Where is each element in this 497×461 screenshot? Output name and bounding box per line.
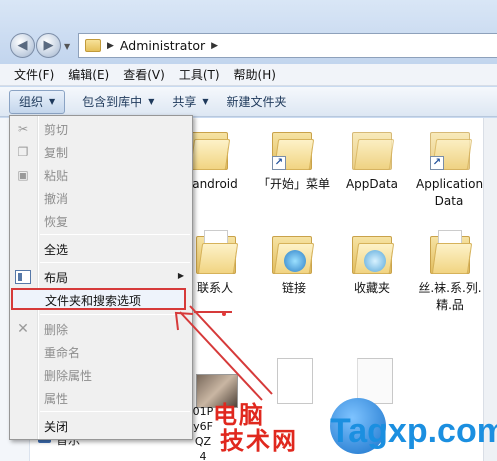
menu-item-label: 复制 [44, 146, 69, 160]
menu-item-remove-properties[interactable]: 删除属性 [10, 364, 192, 386]
vertical-scrollbar[interactable] [483, 118, 497, 461]
include-label: 包含到库中 [82, 95, 143, 109]
file-item-folder-jingpin[interactable]: 丝.袜.系.列.精.品 [418, 280, 482, 314]
link-arrow-icon [284, 250, 306, 272]
layout-icon [15, 270, 31, 284]
menu-item-cut[interactable]: ✂ 剪切 [10, 118, 192, 140]
menu-item-paste[interactable]: ▣ 粘贴 [10, 164, 192, 186]
menu-item-label: 文件夹和搜索选项 [45, 294, 142, 308]
organize-menu: ✂ 剪切 ❐ 复制 ▣ 粘贴 撤消 恢复 全选 布局 ▶ 文件夹和搜索选项 ✕ … [9, 115, 193, 440]
menu-item-label: 关闭 [44, 420, 69, 434]
new-folder-button[interactable]: 新建文件夹 [218, 90, 296, 114]
menu-item-label: 布局 [44, 271, 69, 285]
menu-item-delete[interactable]: ✕ 删除 [10, 318, 192, 340]
file-item-links[interactable]: 链接 [254, 280, 334, 297]
file-item-favorites[interactable]: 收藏夹 [332, 280, 412, 297]
menu-item-label: 删除 [44, 323, 69, 337]
copy-icon: ❐ [17, 145, 29, 159]
chevron-right-icon[interactable]: ▶ [107, 41, 114, 51]
title-bar: ◀ ▶ ▼ ▶ Administrator ▶ [0, 0, 497, 64]
watermark-text-en: Tagxp.com [330, 412, 497, 450]
menu-separator [40, 262, 190, 263]
menu-item-label: 剪切 [44, 123, 69, 137]
menu-item-copy[interactable]: ❐ 复制 [10, 141, 192, 163]
organize-label: 组织 [19, 95, 44, 109]
menu-tools[interactable]: 工具(T) [172, 66, 227, 83]
folder-icon[interactable] [196, 230, 239, 274]
folder-icon[interactable] [272, 230, 315, 274]
menu-item-rename[interactable]: 重命名 [10, 341, 192, 363]
chevron-down-icon: ▼ [49, 97, 56, 106]
menu-item-label: 撤消 [44, 192, 69, 206]
new-folder-label: 新建文件夹 [226, 95, 287, 109]
paste-icon: ▣ [17, 168, 29, 182]
folder-icon [85, 39, 101, 52]
share-label: 共享 [172, 95, 197, 109]
document-icon[interactable] [277, 358, 313, 404]
menu-item-label: 属性 [44, 392, 69, 406]
menu-item-folder-search-options[interactable]: 文件夹和搜索选项 [11, 288, 186, 310]
address-path[interactable]: Administrator [120, 38, 205, 53]
file-item-image[interactable]: 01P y6F QZ4 [192, 404, 214, 461]
back-arrow-icon: ◀ [17, 38, 28, 53]
watermark-text-cn: 技术网 [220, 427, 298, 455]
menu-separator [40, 234, 190, 235]
menu-file[interactable]: 文件(F) [0, 66, 61, 83]
menu-item-layout[interactable]: 布局 ▶ [10, 266, 192, 288]
annotation-dot [222, 312, 226, 316]
menu-edit[interactable]: 编辑(E) [61, 66, 116, 83]
menu-item-close[interactable]: 关闭 [10, 415, 192, 437]
recent-pages-dropdown[interactable]: ▼ [64, 42, 70, 51]
menu-item-label: 删除属性 [44, 369, 93, 383]
menu-view[interactable]: 查看(V) [116, 66, 172, 83]
organize-button[interactable]: 组织 ▼ [9, 89, 66, 114]
delete-x-icon: ✕ [17, 321, 29, 337]
menu-item-label: 粘贴 [44, 169, 69, 183]
back-button[interactable]: ◀ [10, 33, 35, 58]
menu-separator [40, 314, 190, 315]
menu-help[interactable]: 帮助(H) [227, 66, 283, 83]
file-item-application-data[interactable]: Application Data [416, 176, 483, 210]
forward-button[interactable]: ▶ [36, 33, 61, 58]
folder-icon[interactable] [352, 230, 395, 274]
shortcut-arrow-icon: ↗ [430, 156, 444, 170]
menu-bar: 文件(F) 编辑(E) 查看(V) 工具(T) 帮助(H) [0, 64, 497, 86]
file-item-start-menu[interactable]: 「开始」菜单 [258, 176, 330, 193]
menu-item-label: 恢复 [44, 215, 69, 229]
menu-separator [40, 411, 190, 412]
menu-item-label: 重命名 [44, 346, 81, 360]
folder-icon[interactable] [430, 230, 473, 274]
folder-icon[interactable] [352, 126, 395, 170]
menu-item-undo[interactable]: 撤消 [10, 187, 192, 209]
include-in-library-button[interactable]: 包含到库中 ▼ [73, 90, 163, 114]
menu-item-label: 全选 [44, 243, 69, 257]
file-item-appdata[interactable]: AppData [332, 176, 412, 193]
scissors-icon: ✂ [17, 122, 29, 136]
forward-arrow-icon: ▶ [43, 38, 54, 53]
folder-icon[interactable]: ↗ [272, 126, 315, 170]
watermark-text-cn: 电脑 [213, 401, 265, 429]
menu-item-properties[interactable]: 属性 [10, 387, 192, 409]
menu-item-select-all[interactable]: 全选 [10, 238, 192, 260]
folder-icon[interactable] [188, 126, 231, 170]
document-icon[interactable] [357, 358, 393, 404]
shortcut-arrow-icon: ↗ [272, 156, 286, 170]
chevron-right-icon[interactable]: ▶ [211, 41, 218, 51]
chevron-down-icon: ▼ [148, 97, 155, 106]
favorites-star-icon [364, 250, 386, 272]
folder-icon[interactable]: ↗ [430, 126, 473, 170]
submenu-arrow-icon: ▶ [177, 271, 184, 280]
chevron-down-icon: ▼ [202, 97, 209, 106]
address-bar[interactable]: ▶ Administrator ▶ [78, 33, 497, 58]
command-bar: 组织 ▼ 包含到库中 ▼ 共享 ▼ 新建文件夹 [0, 87, 497, 117]
menu-item-redo[interactable]: 恢复 [10, 210, 192, 232]
share-button[interactable]: 共享 ▼ [163, 90, 217, 114]
